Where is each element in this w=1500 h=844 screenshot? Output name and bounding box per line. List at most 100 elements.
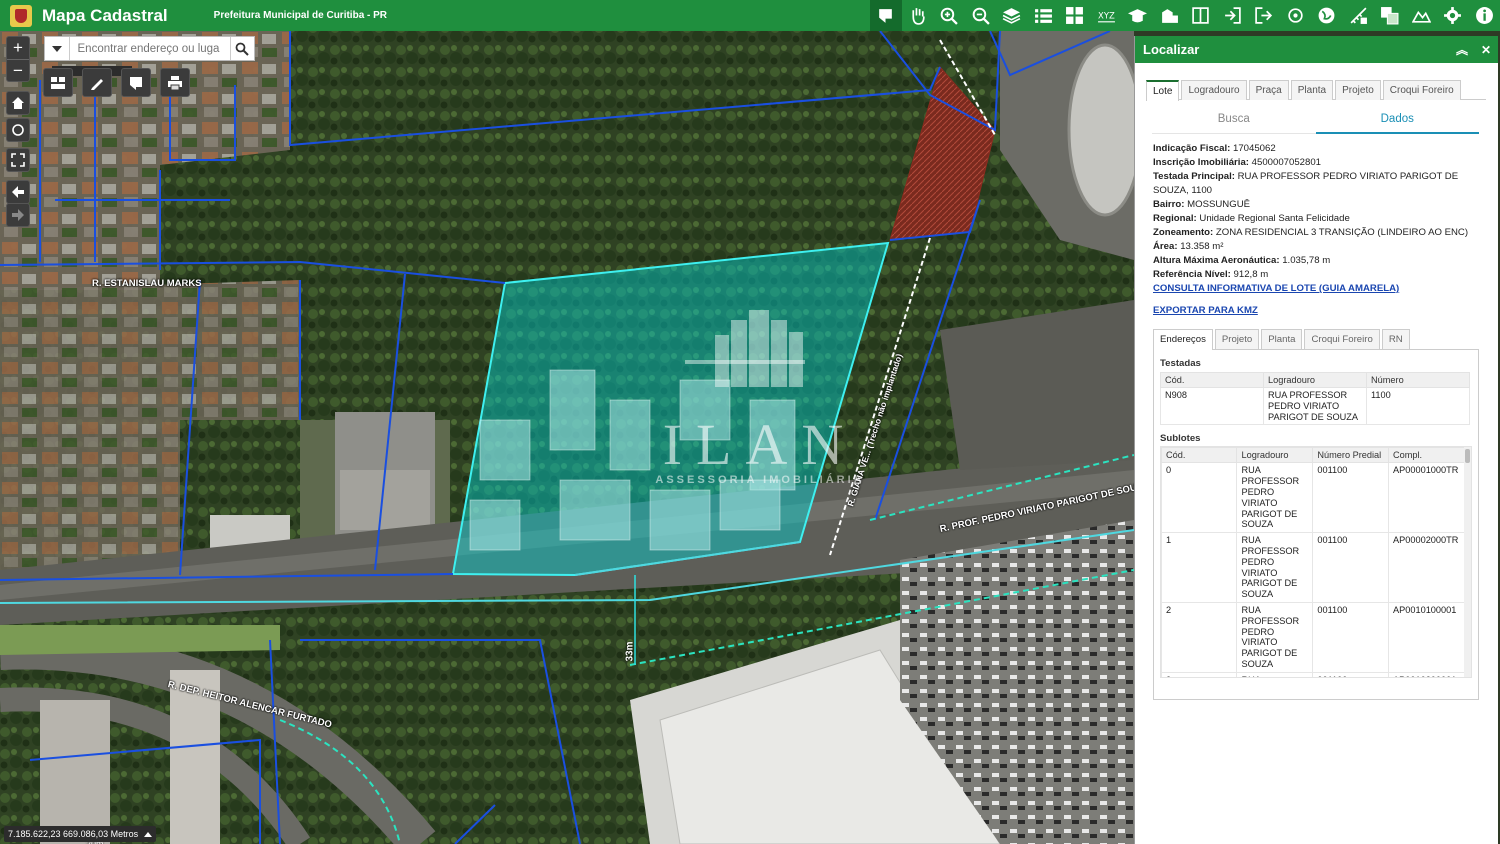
tab-planta[interactable]: Planta [1290,80,1334,100]
lote-subtabs: Busca Dados [1152,108,1479,134]
panel-title: Localizar [1143,42,1200,57]
target-icon [1288,8,1303,23]
localizar-panel: Localizar ︽ ✕ Lote Logradouro Praça Planta P… [1134,36,1498,844]
identify-tool-button[interactable] [870,0,902,31]
xyz-tool-button[interactable]: XYZ [1091,0,1123,31]
map-view[interactable]: R. ESTANISLAU MARKS R. PROF. PEDRO VIRIA… [0,31,1134,844]
column-header: Compl. [1388,447,1465,464]
table-header-row: Cód. Logradouro Número [1160,372,1470,388]
info-field: Indicação Fiscal: 17045062 [1153,142,1479,156]
close-icon[interactable]: ✕ [1474,43,1498,57]
draw-button[interactable] [82,68,112,97]
next-extent-button[interactable] [6,203,30,227]
table-cell: 001100 [1312,671,1389,678]
table-row[interactable]: 3RUA PROFESSOR PEDRO VIRIATO PARIGOT DE … [1161,671,1465,678]
zoom-out-tool-button[interactable] [965,0,997,31]
info-field: Regional: Unidade Regional Santa Felicid… [1153,212,1479,226]
field-value: Unidade Regional Santa Felicidade [1196,213,1350,224]
export-tool-button[interactable] [1248,0,1280,31]
search-icon [235,42,249,56]
detail-tab-planta[interactable]: Planta [1261,329,1303,349]
table-row[interactable]: N908 RUA PROFESSOR PEDRO VIRIATO PARIGOT … [1160,386,1470,426]
map-split-tool-button[interactable] [1185,0,1217,31]
grid-tool-button[interactable] [1059,0,1091,31]
list-icon [1034,9,1052,23]
table-cell: RUA PROFESSOR PEDRO VIRIATO PARIGOT DE S… [1263,386,1367,426]
school-tool-button[interactable] [1122,0,1154,31]
globe-tool-button[interactable] [1311,0,1343,31]
previous-extent-button[interactable] [6,180,30,204]
collapse-icon[interactable]: ︽ [1450,41,1474,58]
table-row[interactable]: 1 RUA PROFESSOR PEDRO VIRIATO PARIGOT DE … [1161,532,1465,603]
print-button[interactable] [160,68,190,97]
table-cell: 001100 [1312,601,1389,673]
locate-button[interactable] [6,118,30,142]
watermark-subtext: ASSESSORIA IMOBILIÁRIA [655,474,865,486]
table-cell: 2 [1161,601,1238,673]
tab-praça[interactable]: Praça [1248,80,1289,100]
sublotes-scroll[interactable]: Cód. Logradouro Número Predial Compl. 0 RUA P… [1160,446,1472,679]
tab-dados[interactable]: Dados [1315,108,1479,134]
tab-lote[interactable]: Lote [1146,80,1180,101]
coordinates-bar[interactable]: 7.185.622,23 669.086,03 Metros [4,826,157,842]
table-row[interactable]: 2 RUA PROFESSOR PEDRO VIRIATO PARIGOT DE … [1161,601,1465,673]
overlay-tool-button[interactable] [1374,0,1406,31]
pan-hand-tool-button[interactable] [902,0,934,31]
zoom-in-button[interactable]: + [7,37,29,59]
detail-tab-endereços[interactable]: Endereços [1153,329,1213,350]
detail-tab-rn[interactable]: RN [1381,329,1410,349]
building-tool-button[interactable] [1154,0,1186,31]
info-tool-button[interactable] [1469,0,1500,31]
basemap-button[interactable] [43,68,73,97]
import-tool-button[interactable] [1217,0,1249,31]
search-source-dropdown[interactable] [45,37,70,60]
chevron-up-icon[interactable] [144,831,153,837]
info-field: Inscrição Imobiliária: 4500007052801 [1153,156,1479,170]
tab-logradouro[interactable]: Logradouro [1181,80,1247,100]
info-field: Referência Nível: 912,8 m [1153,268,1479,282]
aerial-imagery [0,31,1134,844]
fullscreen-button[interactable] [6,148,30,172]
watermark-text: ILAN [662,412,858,477]
table-cell: N908 [1160,386,1264,426]
table-cell: RUA PROFESSOR PEDRO VIRIATO PARIGOT DE S… [1236,601,1314,673]
tab-busca[interactable]: Busca [1152,108,1316,134]
detail-tab-croqui-foreiro[interactable]: Croqui Foreiro [1304,329,1380,349]
search-input[interactable] [69,37,230,60]
table-cell: 001100 [1312,462,1389,534]
arrow-right-icon [12,209,24,221]
settings-tool-button[interactable] [1437,0,1469,31]
home-button[interactable] [6,91,30,115]
tab-croqui-foreiro[interactable]: Croqui Foreiro [1382,80,1461,100]
coordinates-text: 7.185.622,23 669.086,03 Metros [8,829,139,839]
app-header: Mapa Cadastral Prefeitura Municipal de C… [0,0,1500,31]
tab-projeto[interactable]: Projeto [1335,80,1381,100]
layers-icon [1002,8,1021,24]
table-cell: 1 [1161,532,1238,603]
identify-tool-button[interactable] [121,68,151,97]
scrollbar[interactable] [1464,447,1471,678]
info-icon [1475,7,1493,24]
terrain-icon [1411,10,1431,23]
target-tool-button[interactable] [1280,0,1312,31]
xyz-icon: XYZ [1098,11,1115,23]
column-header: Número [1366,372,1470,388]
terrain-tool-button[interactable] [1406,0,1438,31]
table-row[interactable]: 0 RUA PROFESSOR PEDRO VIRIATO PARIGOT DE … [1161,462,1465,534]
school-icon [1128,9,1148,23]
search-button[interactable] [229,37,255,60]
export-kmz-link[interactable]: EXPORTAR PARA KMZ [1153,304,1479,318]
pan-hand-icon [912,8,925,25]
info-field: Altura Máxima Aeronáutica: 1.035,78 m [1153,254,1479,268]
city-logo [10,4,32,27]
list-tool-button[interactable] [1028,0,1060,31]
layers-tool-button[interactable] [996,0,1028,31]
identify-icon [130,76,142,90]
detail-tab-projeto[interactable]: Projeto [1214,329,1260,349]
watermark: ILAN ASSESSORIA IMOBILIÁRIA [600,412,920,487]
measure-tool-button[interactable] [1343,0,1375,31]
field-value: 912,8 m [1230,269,1269,280]
consulta-informativa-link[interactable]: CONSULTA INFORMATIVA DE LOTE (GUIA AMARE… [1153,282,1479,296]
zoom-in-tool-button[interactable] [933,0,965,31]
zoom-out-button[interactable]: − [7,59,29,81]
